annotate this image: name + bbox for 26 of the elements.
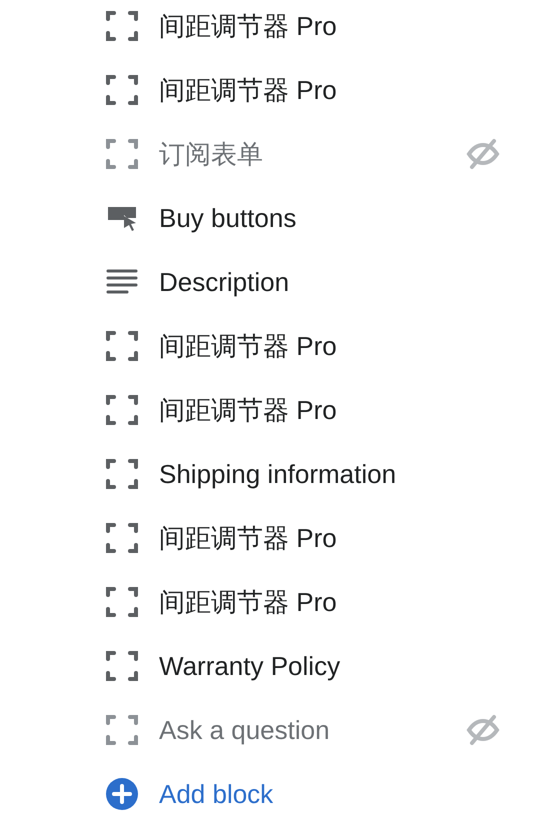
block-label[interactable]: 间距调节器 Pro <box>159 326 337 366</box>
block-label[interactable]: 间距调节器 Pro <box>159 518 337 558</box>
block-label[interactable]: Description <box>159 262 290 302</box>
block-label[interactable]: 间距调节器 Pro <box>159 390 337 430</box>
block-label[interactable]: Shipping information <box>159 454 396 494</box>
plus-circle-icon <box>105 777 139 811</box>
block-label[interactable]: Buy buttons <box>159 198 296 238</box>
block-label[interactable]: 间距调节器 Pro <box>159 70 337 110</box>
block-label[interactable]: Ask a question <box>159 710 330 750</box>
block-label[interactable]: 订阅表单 <box>159 134 263 174</box>
block-label[interactable]: 间距调节器 Pro <box>159 6 337 46</box>
dashed-frame-icon <box>105 521 139 555</box>
dashed-frame-icon <box>105 329 139 363</box>
add-block-button[interactable]: Add block <box>105 774 274 814</box>
hidden-eye-icon[interactable] <box>466 713 500 747</box>
dashed-frame-icon <box>105 713 139 747</box>
dashed-frame-icon <box>105 393 139 427</box>
dashed-frame-icon <box>105 649 139 683</box>
dashed-frame-icon <box>105 73 139 107</box>
block-label[interactable]: Warranty Policy <box>159 646 340 686</box>
dashed-frame-icon <box>105 137 139 171</box>
dashed-frame-icon <box>105 9 139 43</box>
hidden-eye-icon[interactable] <box>466 137 500 171</box>
dashed-frame-icon <box>105 457 139 491</box>
block-label[interactable]: 间距调节器 Pro <box>159 582 337 622</box>
dashed-frame-icon <box>105 585 139 619</box>
